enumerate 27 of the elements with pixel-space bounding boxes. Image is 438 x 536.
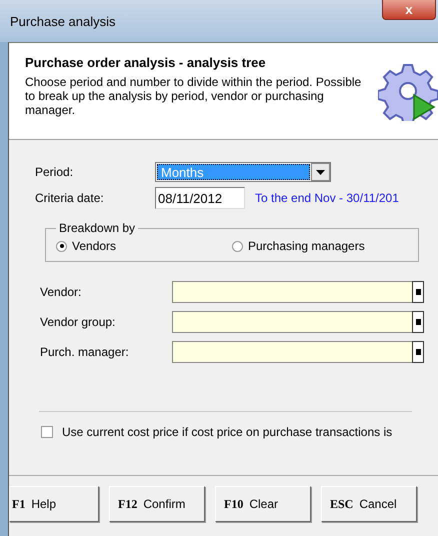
checkbox-label: Use current cost price if cost price on purchase transactions is [62,425,392,439]
radio-option[interactable]: Purchasing managers [232,239,408,253]
header-title: Purchase order analysis - analysis tree [25,55,267,70]
lookup-field[interactable] [172,281,412,303]
period-label: Period: [35,165,74,179]
header-description: Choose period and number to divide within the period. Possible to break up the analysis by period, vendor or purchasing manager. [25,75,362,117]
function-key-button[interactable]: F12 Confirm [109,486,205,522]
date-range-text: To the end Nov - 30/11/201 [255,191,399,205]
checkbox[interactable] [41,426,53,438]
lookup-button[interactable] [412,311,424,333]
lookup-button[interactable] [412,341,424,363]
caret-icon [316,170,325,174]
criteria-date-label: Criteria date: [35,191,105,205]
window-title: Purchase analysis [10,14,116,28]
group-title: Breakdown by [58,221,136,235]
lookup-field[interactable] [172,341,412,363]
field-label: Purch. manager: [39,345,130,359]
function-key-button[interactable]: ESC Cancel [321,486,417,522]
field-label: Vendor group: [39,315,116,329]
lookup-button[interactable] [412,281,424,303]
function-key-button[interactable]: F1 Help [9,486,99,522]
function-key-button[interactable]: F10 Clear [215,486,311,522]
field-label: Vendor: [39,285,82,299]
lookup-field[interactable] [172,311,412,333]
radio-option[interactable]: Vendors [56,239,232,253]
close-button[interactable]: x [382,0,436,20]
date-field[interactable]: 08/11/2012 [155,187,245,209]
